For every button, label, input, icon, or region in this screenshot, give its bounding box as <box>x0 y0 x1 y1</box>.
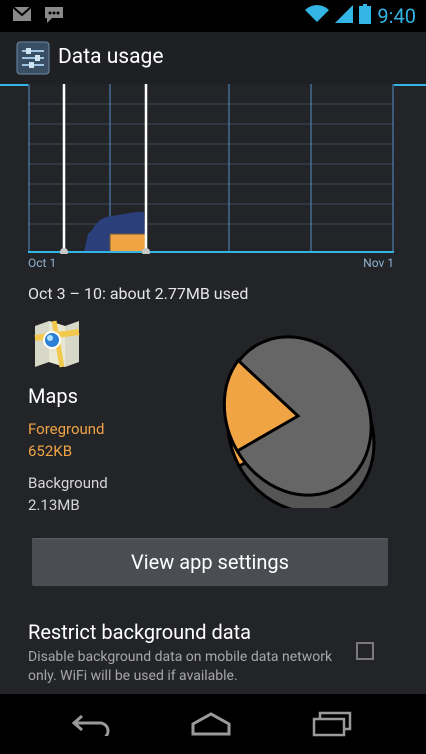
status-bar: 9:40 <box>0 0 426 32</box>
action-bar: Data usage <box>0 32 426 86</box>
navigation-bar <box>0 694 426 754</box>
wifi-icon <box>305 5 330 27</box>
gmail-icon <box>12 6 32 28</box>
maps-app-icon <box>32 318 82 368</box>
home-icon[interactable] <box>187 706 235 742</box>
app-name: Maps <box>28 384 78 408</box>
usage-chart[interactable] <box>28 84 394 256</box>
restrict-background-checkbox[interactable] <box>356 642 374 660</box>
chart-end-label: Nov 1 <box>363 256 394 270</box>
background-value: 2.13MB <box>28 496 80 514</box>
clock: 9:40 <box>377 4 416 28</box>
recent-apps-icon[interactable] <box>308 706 356 742</box>
usage-pie-chart <box>206 324 390 514</box>
data-usage-settings-icon[interactable] <box>16 41 50 75</box>
chart-start-label: Oct 1 <box>28 256 57 270</box>
view-app-settings-button[interactable]: View app settings <box>32 538 388 586</box>
chat-icon <box>44 6 64 28</box>
back-icon[interactable] <box>66 706 114 742</box>
background-label: Background <box>28 474 108 492</box>
usage-summary: Oct 3 – 10: about 2.77MB used <box>28 284 249 303</box>
page-title: Data usage <box>58 45 164 69</box>
signal-icon <box>335 5 354 27</box>
app-usage-area <box>109 233 147 253</box>
restrict-background-title[interactable]: Restrict background data <box>28 620 251 644</box>
restrict-background-description: Disable background data on mobile data n… <box>28 649 333 684</box>
battery-icon <box>359 4 372 28</box>
foreground-label: Foreground <box>28 420 105 438</box>
foreground-value: 652KB <box>28 442 73 460</box>
